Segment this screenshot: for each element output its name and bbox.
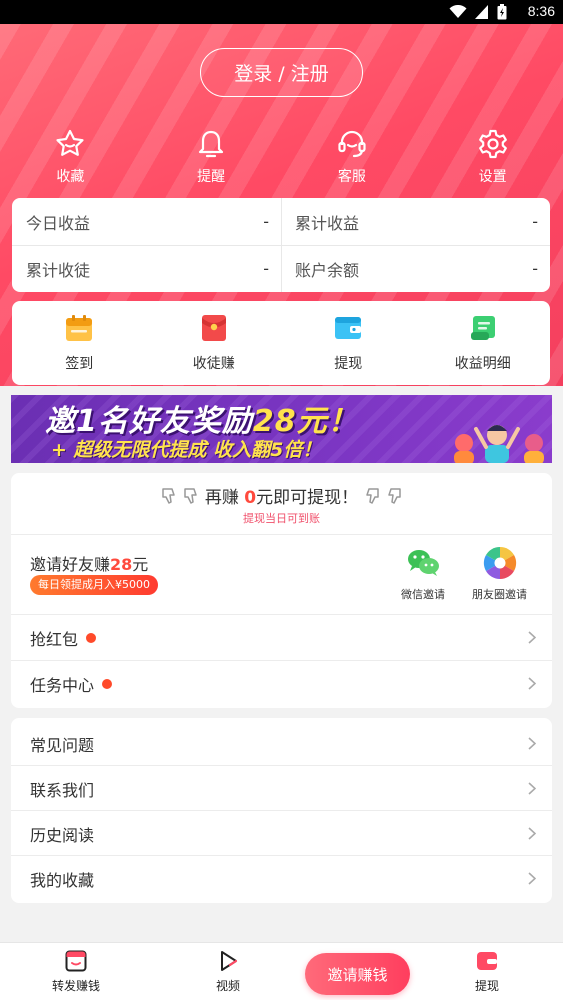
menu-item-label: 抢红包 — [30, 629, 79, 649]
stat-value: - — [263, 212, 269, 231]
tab-withdraw[interactable]: 提现 — [447, 949, 527, 994]
gear-icon — [478, 129, 507, 159]
clock: 8:36 — [527, 3, 555, 19]
thumb-down-icon — [162, 487, 175, 504]
notification-dot — [102, 678, 113, 689]
stat-label: 累计收益 — [295, 213, 360, 233]
chevron-right-icon — [528, 737, 536, 750]
chevron-right-icon — [528, 631, 536, 644]
status-bar: 8:36 — [0, 0, 563, 24]
stat-total-income[interactable]: 累计收益 - — [281, 198, 550, 245]
bell-icon — [199, 130, 224, 158]
favorites-button[interactable]: 收藏 — [0, 128, 141, 186]
stat-label: 今日收益 — [26, 213, 91, 233]
chevron-right-icon — [528, 827, 536, 840]
earnings-stats-card: 今日收益 - 累计收益 - 累计收徒 - 账户余额 - — [12, 198, 550, 292]
faq-item[interactable]: 常见问题 — [11, 721, 552, 766]
banner-headline: 邀1名好友奖励28元！ — [45, 404, 359, 439]
headset-icon — [338, 130, 366, 158]
signal-icon — [475, 5, 488, 19]
notification-dot — [86, 632, 97, 643]
withdraw-button[interactable]: 提现 — [281, 301, 416, 385]
tab-share-earn[interactable]: 转发赚钱 — [36, 949, 116, 994]
my-favorites-item[interactable]: 我的收藏 — [11, 856, 552, 901]
quick-action-label: 客服 — [337, 169, 366, 185]
action-label: 签到 — [65, 356, 94, 372]
checkin-button[interactable]: 签到 — [12, 301, 147, 385]
withdraw-progress-row: 再赚 0元即可提现！ — [11, 483, 552, 508]
chevron-right-icon — [528, 677, 536, 690]
thumb-down-icon — [184, 487, 197, 504]
scroll-icon — [470, 316, 495, 340]
moments-icon — [483, 546, 516, 580]
income-details-button[interactable]: 收益明细 — [416, 301, 551, 385]
contact-us-item[interactable]: 联系我们 — [11, 766, 552, 811]
battery-icon — [497, 4, 507, 20]
wallet-icon — [477, 952, 497, 970]
invite-badge: 每日领提成月入¥5000 — [30, 575, 158, 595]
actions-card: 签到 收徒赚 提现 收益明细 — [12, 301, 550, 385]
tab-video[interactable]: 视频 — [188, 949, 268, 994]
settings-button[interactable]: 设置 — [422, 128, 563, 186]
reading-history-item[interactable]: 历史阅读 — [11, 811, 552, 856]
share-bag-icon — [65, 950, 87, 972]
earn-card: 再赚 0元即可提现！ 提现当日可到账 邀请好友赚28元 每日领提成月入¥5000… — [11, 473, 552, 708]
wechat-invite-button[interactable]: 微信邀请 — [401, 545, 445, 602]
invite-earn-button[interactable]: 邀请赚钱 — [305, 953, 410, 995]
task-center-item[interactable]: 任务中心 — [11, 661, 552, 706]
stat-today-income[interactable]: 今日收益 - — [12, 198, 281, 245]
action-label: 收徒赚 — [192, 356, 235, 372]
thumb-down-icon — [366, 487, 379, 504]
quick-action-label: 设置 — [478, 169, 507, 185]
stat-label: 累计收徒 — [26, 260, 91, 280]
banner-subline: + 超级无限代提成 收入翻5倍！ — [51, 439, 322, 461]
recruit-earn-button[interactable]: 收徒赚 — [147, 301, 282, 385]
star-badge-icon — [56, 129, 84, 156]
grab-red-packet-item[interactable]: 抢红包 — [11, 615, 552, 660]
stat-label: 账户余额 — [295, 260, 360, 280]
withdraw-message: 再赚 0元即可提现！ — [204, 488, 359, 508]
wifi-icon — [449, 5, 467, 18]
wechat-icon — [408, 550, 439, 576]
action-label: 收益明细 — [454, 356, 511, 372]
cheering-people-illustration — [454, 425, 544, 463]
tab-label: 转发赚钱 — [51, 979, 100, 993]
menu-item-label: 常见问题 — [30, 735, 95, 755]
menu-item-label: 任务中心 — [30, 675, 95, 695]
red-envelope-icon — [201, 315, 226, 341]
quick-action-label: 提醒 — [197, 169, 226, 185]
calendar-icon — [66, 315, 93, 341]
moments-invite-label: 朋友圈邀请 — [472, 588, 527, 601]
login-register-button[interactable]: 登录 / 注册 — [200, 48, 363, 97]
stat-total-apprentices[interactable]: 累计收徒 - — [12, 245, 281, 292]
stat-value: - — [263, 259, 269, 278]
menu-item-label: 联系我们 — [30, 780, 95, 800]
help-menu-card: 常见问题 联系我们 历史阅读 我的收藏 — [11, 718, 552, 903]
moments-invite-button[interactable]: 朋友圈邀请 — [472, 545, 527, 602]
quick-actions: 收藏 提醒 客服 设置 — [0, 128, 563, 186]
quick-action-label: 收藏 — [56, 169, 85, 185]
menu-item-label: 我的收藏 — [30, 870, 95, 890]
customer-service-button[interactable]: 客服 — [282, 128, 423, 186]
bottom-tab-bar: 转发赚钱 视频 邀请赚钱 提现 — [0, 942, 563, 1000]
invite-friends-title[interactable]: 邀请好友赚28元 — [30, 551, 148, 575]
wechat-invite-label: 微信邀请 — [401, 588, 445, 601]
menu-item-label: 历史阅读 — [30, 825, 95, 845]
tab-label: 提现 — [474, 979, 499, 993]
withdraw-subtitle: 提现当日可到账 — [243, 512, 320, 525]
thumb-down-icon — [388, 487, 401, 504]
stat-value: - — [532, 212, 538, 231]
tab-label: 视频 — [215, 979, 240, 993]
play-icon — [221, 951, 238, 971]
reminders-button[interactable]: 提醒 — [141, 128, 282, 186]
invite-promo-banner[interactable]: 邀1名好友奖励28元！ + 超级无限代提成 收入翻5倍！ — [11, 395, 552, 463]
wallet-icon — [335, 317, 362, 339]
chevron-right-icon — [528, 782, 536, 795]
status-icons — [449, 4, 507, 20]
stat-value: - — [532, 259, 538, 278]
action-label: 提现 — [334, 356, 363, 372]
stat-account-balance[interactable]: 账户余额 - — [281, 245, 550, 292]
chevron-right-icon — [528, 872, 536, 885]
